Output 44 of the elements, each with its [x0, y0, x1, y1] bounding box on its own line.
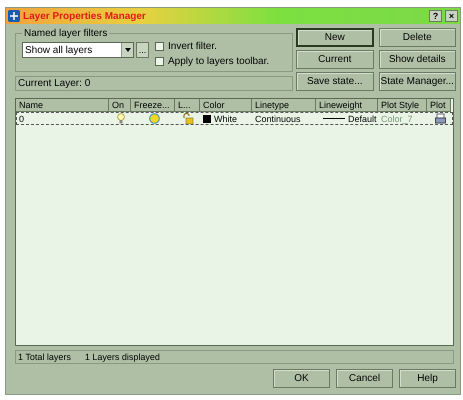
help-button[interactable]: ?: [429, 10, 442, 22]
action-button[interactable]: New: [296, 28, 374, 47]
column-header[interactable]: Lineweight: [316, 99, 378, 112]
column-header[interactable]: Plot Style: [378, 99, 427, 112]
column-header[interactable]: Linetype: [252, 99, 316, 112]
checkbox[interactable]: [155, 42, 164, 51]
action-button[interactable]: Show details: [378, 50, 456, 69]
column-header[interactable]: Plot: [427, 99, 451, 112]
filter-dropdown[interactable]: Show all layers: [22, 42, 134, 58]
checkbox-label: Apply to layers toolbar.: [168, 56, 270, 67]
action-button[interactable]: Delete: [378, 28, 456, 47]
printer-icon[interactable]: [434, 113, 446, 124]
status-text: 1 Total layers: [18, 352, 71, 362]
dialog-button[interactable]: Cancel: [336, 369, 393, 388]
caret-icon: [124, 48, 130, 52]
browse-button[interactable]: ...: [136, 42, 149, 58]
action-button[interactable]: State Manager...: [378, 72, 456, 91]
current-layer-label: Current Layer: 0: [15, 76, 293, 91]
close-button[interactable]: ×: [445, 10, 458, 22]
layer-name: 0: [18, 113, 26, 124]
linetype-name: Continuous: [254, 113, 302, 124]
sun-icon[interactable]: [148, 113, 160, 124]
window-title: Layer Properties Manager: [23, 10, 147, 22]
action-button[interactable]: Save state...: [296, 72, 374, 91]
light-bulb-icon[interactable]: [117, 113, 125, 124]
plot-style: Color_7: [380, 113, 414, 124]
group-label: Named layer filters: [23, 28, 108, 39]
column-header[interactable]: L...: [175, 99, 200, 112]
column-header[interactable]: On: [109, 99, 131, 112]
lineweight-value: Default: [348, 114, 377, 124]
column-header[interactable]: Color: [200, 99, 252, 112]
column-header[interactable]: Freeze...: [131, 99, 175, 112]
checkbox-label: Invert filter.: [168, 41, 217, 52]
dropdown-value: Show all layers: [25, 44, 94, 56]
status-text: 1 Layers displayed: [84, 352, 160, 362]
checkbox[interactable]: [155, 57, 164, 66]
column-header[interactable]: Name: [16, 99, 109, 112]
open-lock-icon[interactable]: [183, 113, 194, 124]
app-icon: [8, 10, 20, 22]
lineweight-sample: [323, 118, 345, 119]
dialog-button[interactable]: Help: [399, 369, 456, 388]
action-button[interactable]: Current: [296, 50, 374, 69]
dialog-button[interactable]: OK: [273, 369, 330, 388]
color-name: White: [214, 114, 238, 124]
